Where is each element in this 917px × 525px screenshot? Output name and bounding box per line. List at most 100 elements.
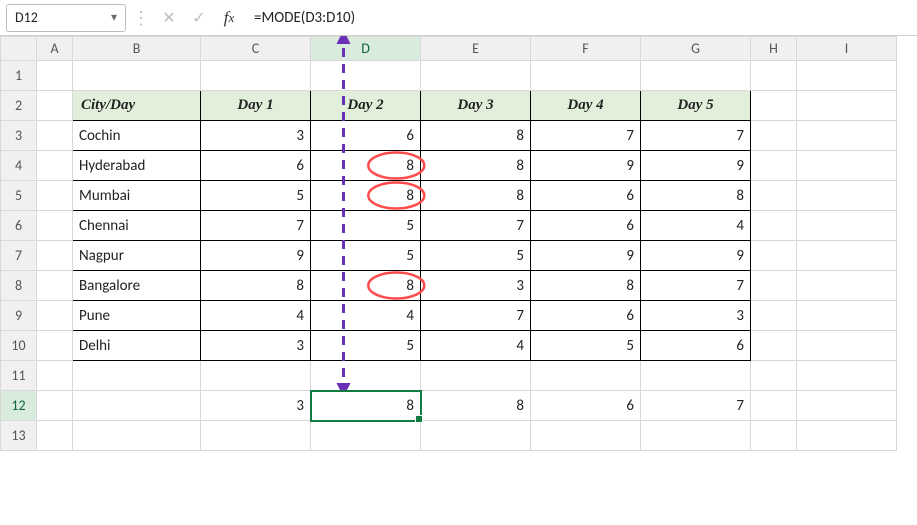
cell-I8[interactable]: [797, 271, 897, 301]
row-header-13[interactable]: 13: [1, 421, 37, 451]
cell-F1[interactable]: [531, 61, 641, 91]
cell-F13[interactable]: [531, 421, 641, 451]
col-header-H[interactable]: H: [751, 37, 797, 61]
cell-C3[interactable]: 3: [201, 121, 311, 151]
cell-I5[interactable]: [797, 181, 897, 211]
cell-C1[interactable]: [201, 61, 311, 91]
cell-D6[interactable]: 5: [311, 211, 421, 241]
cell-F4[interactable]: 9: [531, 151, 641, 181]
cell-E10[interactable]: 4: [421, 331, 531, 361]
cell-H1[interactable]: [751, 61, 797, 91]
cell-D4[interactable]: 8: [311, 151, 421, 181]
cell-F8[interactable]: 8: [531, 271, 641, 301]
cell-D3[interactable]: 6: [311, 121, 421, 151]
cell-A7[interactable]: [37, 241, 73, 271]
col-header-C[interactable]: C: [201, 37, 311, 61]
cell-C5[interactable]: 5: [201, 181, 311, 211]
cell-F6[interactable]: 6: [531, 211, 641, 241]
cell-E9[interactable]: 7: [421, 301, 531, 331]
col-header-B[interactable]: B: [73, 37, 201, 61]
cell-G2[interactable]: Day 5: [641, 91, 751, 121]
cell-C10[interactable]: 3: [201, 331, 311, 361]
cell-D5[interactable]: 8: [311, 181, 421, 211]
cell-A8[interactable]: [37, 271, 73, 301]
cell-H7[interactable]: [751, 241, 797, 271]
cell-F12[interactable]: 6: [531, 391, 641, 421]
row-header-12[interactable]: 12: [1, 391, 37, 421]
cell-C11[interactable]: [201, 361, 311, 391]
cell-B3[interactable]: Cochin: [73, 121, 201, 151]
cell-B11[interactable]: [73, 361, 201, 391]
cell-G10[interactable]: 6: [641, 331, 751, 361]
cell-D7[interactable]: 5: [311, 241, 421, 271]
cell-H4[interactable]: [751, 151, 797, 181]
cell-E3[interactable]: 8: [421, 121, 531, 151]
cell-F11[interactable]: [531, 361, 641, 391]
cell-I3[interactable]: [797, 121, 897, 151]
cell-A12[interactable]: [37, 391, 73, 421]
cell-E13[interactable]: [421, 421, 531, 451]
cell-B10[interactable]: Delhi: [73, 331, 201, 361]
cell-B1[interactable]: [73, 61, 201, 91]
cell-I6[interactable]: [797, 211, 897, 241]
cell-G11[interactable]: [641, 361, 751, 391]
cell-D11[interactable]: [311, 361, 421, 391]
spreadsheet-grid[interactable]: A B C D E F G H I 12City/DayDay 1Day 2Da…: [0, 36, 897, 451]
col-header-I[interactable]: I: [797, 37, 897, 61]
col-header-A[interactable]: A: [37, 37, 73, 61]
cell-C9[interactable]: 4: [201, 301, 311, 331]
cell-I13[interactable]: [797, 421, 897, 451]
cell-B12[interactable]: [73, 391, 201, 421]
cell-H5[interactable]: [751, 181, 797, 211]
chevron-down-icon[interactable]: ▾: [111, 10, 117, 25]
cell-G7[interactable]: 9: [641, 241, 751, 271]
cell-C7[interactable]: 9: [201, 241, 311, 271]
cell-H10[interactable]: [751, 331, 797, 361]
cell-D12[interactable]: 8: [311, 391, 421, 421]
cell-C2[interactable]: Day 1: [201, 91, 311, 121]
cell-C12[interactable]: 3: [201, 391, 311, 421]
cell-G6[interactable]: 4: [641, 211, 751, 241]
cell-B9[interactable]: Pune: [73, 301, 201, 331]
cell-A6[interactable]: [37, 211, 73, 241]
cell-I9[interactable]: [797, 301, 897, 331]
cell-B13[interactable]: [73, 421, 201, 451]
cell-D13[interactable]: [311, 421, 421, 451]
col-header-E[interactable]: E: [421, 37, 531, 61]
cell-B4[interactable]: Hyderabad: [73, 151, 201, 181]
cell-D2[interactable]: Day 2: [311, 91, 421, 121]
select-all-corner[interactable]: [1, 37, 37, 61]
col-header-D[interactable]: D: [311, 37, 421, 61]
cell-D9[interactable]: 4: [311, 301, 421, 331]
cell-F5[interactable]: 6: [531, 181, 641, 211]
cell-B2[interactable]: City/Day: [73, 91, 201, 121]
cell-I4[interactable]: [797, 151, 897, 181]
row-header-7[interactable]: 7: [1, 241, 37, 271]
cell-H3[interactable]: [751, 121, 797, 151]
cell-A2[interactable]: [37, 91, 73, 121]
cell-G12[interactable]: 7: [641, 391, 751, 421]
cell-B5[interactable]: Mumbai: [73, 181, 201, 211]
cell-E4[interactable]: 8: [421, 151, 531, 181]
cell-D10[interactable]: 5: [311, 331, 421, 361]
cell-C13[interactable]: [201, 421, 311, 451]
cell-B6[interactable]: Chennai: [73, 211, 201, 241]
accept-icon[interactable]: ✓: [186, 5, 212, 31]
cell-H12[interactable]: [751, 391, 797, 421]
cancel-icon[interactable]: ✕: [156, 5, 182, 31]
cell-I11[interactable]: [797, 361, 897, 391]
cell-E7[interactable]: 5: [421, 241, 531, 271]
cell-E11[interactable]: [421, 361, 531, 391]
cell-A13[interactable]: [37, 421, 73, 451]
cell-F9[interactable]: 6: [531, 301, 641, 331]
cell-C8[interactable]: 8: [201, 271, 311, 301]
row-header-3[interactable]: 3: [1, 121, 37, 151]
row-header-8[interactable]: 8: [1, 271, 37, 301]
cell-I7[interactable]: [797, 241, 897, 271]
formula-input[interactable]: [246, 4, 911, 32]
row-header-1[interactable]: 1: [1, 61, 37, 91]
name-box[interactable]: D12 ▾: [6, 4, 126, 32]
row-header-9[interactable]: 9: [1, 301, 37, 331]
cell-H9[interactable]: [751, 301, 797, 331]
cell-H8[interactable]: [751, 271, 797, 301]
